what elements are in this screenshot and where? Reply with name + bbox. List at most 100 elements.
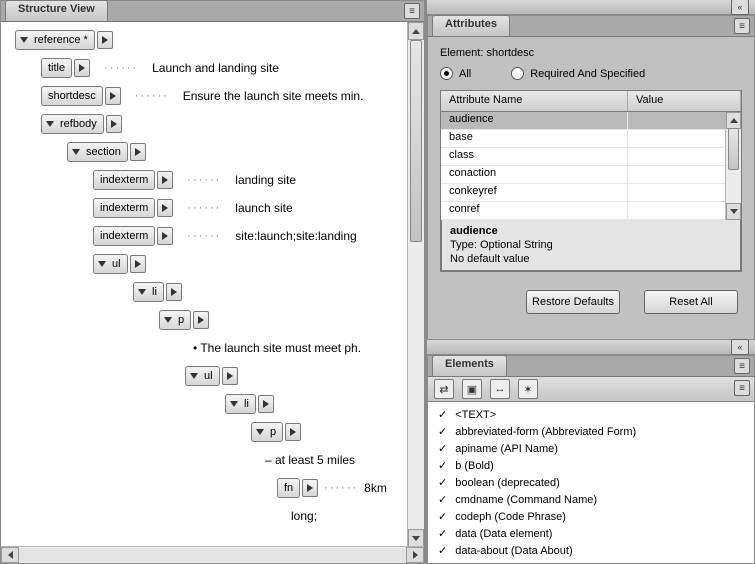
attribute-row[interactable]: conkeyref (441, 184, 741, 202)
structure-scrollbar-horizontal[interactable] (1, 546, 424, 563)
element-chip[interactable]: reference * (15, 30, 95, 50)
element-chip[interactable]: indexterm (93, 226, 155, 246)
restore-defaults-button[interactable]: Restore Defaults (526, 290, 620, 314)
elements-toolbar-menu-icon[interactable] (734, 380, 750, 396)
tree-row[interactable]: – at least 5 miles (5, 448, 420, 472)
tree-row[interactable]: refbody (5, 112, 420, 136)
collapse-right-icon[interactable]: « (731, 0, 749, 15)
expand-toggle-icon[interactable] (72, 149, 80, 155)
tree-row[interactable]: indexterm······landing site (5, 168, 420, 192)
insert-after-icon[interactable] (130, 143, 146, 161)
elements-tool-change-icon[interactable]: ↔ (490, 379, 510, 399)
elements-list-item[interactable]: ✓abbreviated-form (Abbreviated Form) (428, 423, 754, 440)
attr-scroll-down-icon[interactable] (726, 203, 741, 220)
elements-list-item[interactable]: ✓data-about (Data About) (428, 542, 754, 559)
element-chip[interactable]: ul (93, 254, 128, 274)
expand-toggle-icon[interactable] (98, 261, 106, 267)
elements-list-item[interactable]: ✓boolean (deprecated) (428, 474, 754, 491)
insert-after-icon[interactable] (258, 395, 274, 413)
scroll-right-icon[interactable] (406, 547, 424, 563)
tab-structure-view[interactable]: Structure View (5, 0, 108, 21)
attribute-row[interactable]: audience (441, 112, 741, 130)
attribute-row[interactable]: base (441, 130, 741, 148)
expand-toggle-icon[interactable] (20, 37, 28, 43)
elements-list-item[interactable]: ✓apiname (API Name) (428, 440, 754, 457)
elements-list-item[interactable]: ✓b (Bold) (428, 457, 754, 474)
elements-panel-menu-icon[interactable] (734, 358, 750, 374)
tree-row[interactable]: indexterm······launch site (5, 196, 420, 220)
tree-row[interactable]: fn······8km (5, 476, 420, 500)
elements-list-item[interactable]: ✓<TEXT> (428, 406, 754, 423)
tree-row[interactable]: indexterm······site:launch;site:landing (5, 224, 420, 248)
element-chip[interactable]: indexterm (93, 170, 155, 190)
attr-scroll-thumb[interactable] (728, 128, 739, 170)
expand-toggle-icon[interactable] (138, 289, 146, 295)
tree-row[interactable]: ul (5, 364, 420, 388)
tab-attributes[interactable]: Attributes (432, 15, 510, 36)
elements-tool-insert-icon[interactable]: ▣ (462, 379, 482, 399)
tree-row[interactable]: section (5, 140, 420, 164)
element-chip[interactable]: section (67, 142, 128, 162)
radio-all[interactable]: All (440, 67, 471, 80)
expand-toggle-icon[interactable] (164, 317, 172, 323)
element-chip[interactable]: p (251, 422, 283, 442)
insert-after-icon[interactable] (106, 115, 122, 133)
tree-row[interactable]: p (5, 420, 420, 444)
element-chip[interactable]: li (133, 282, 164, 302)
attribute-row[interactable]: conref (441, 202, 741, 220)
insert-after-icon[interactable] (97, 31, 113, 49)
scroll-up-icon[interactable] (408, 22, 424, 40)
elements-tool-options-icon[interactable]: ✶ (518, 379, 538, 399)
scroll-thumb-vertical[interactable] (410, 40, 422, 242)
insert-after-icon[interactable] (74, 59, 90, 77)
right-col-handle[interactable]: « (427, 0, 755, 15)
attribute-row[interactable]: class (441, 148, 741, 166)
insert-after-icon[interactable] (130, 255, 146, 273)
expand-toggle-icon[interactable] (190, 373, 198, 379)
structure-scrollbar-vertical[interactable] (407, 22, 424, 547)
insert-after-icon[interactable] (285, 423, 301, 441)
tree-row[interactable]: • The launch site must meet ph. (5, 336, 420, 360)
tree-row[interactable]: title······Launch and landing site (5, 56, 420, 80)
tree-row[interactable]: long; (5, 504, 420, 528)
attributes-scrollbar[interactable] (725, 112, 741, 220)
element-chip[interactable]: indexterm (93, 198, 155, 218)
tree-row[interactable]: li (5, 392, 420, 416)
tree-row[interactable]: reference * (5, 28, 420, 52)
scroll-track-horizontal[interactable] (19, 548, 406, 562)
element-chip[interactable]: p (159, 310, 191, 330)
element-chip[interactable]: fn (277, 478, 300, 498)
expand-toggle-icon[interactable] (230, 401, 238, 407)
element-chip[interactable]: refbody (41, 114, 104, 134)
scroll-left-icon[interactable] (1, 547, 19, 563)
insert-after-icon[interactable] (105, 87, 121, 105)
expand-toggle-icon[interactable] (256, 429, 264, 435)
tab-elements[interactable]: Elements (432, 355, 507, 376)
scroll-down-icon[interactable] (408, 529, 424, 547)
reset-all-button[interactable]: Reset All (644, 290, 738, 314)
radio-required[interactable]: Required And Specified (511, 67, 645, 80)
elements-tool-wrap-icon[interactable]: ⇄ (434, 379, 454, 399)
attribute-row[interactable]: conaction (441, 166, 741, 184)
insert-after-icon[interactable] (222, 367, 238, 385)
tree-row[interactable]: p (5, 308, 420, 332)
tree-row[interactable]: li (5, 280, 420, 304)
insert-after-icon[interactable] (166, 283, 182, 301)
insert-after-icon[interactable] (157, 199, 173, 217)
insert-after-icon[interactable] (193, 311, 209, 329)
attr-header-value[interactable]: Value (628, 91, 741, 111)
tree-row[interactable]: shortdesc······Ensure the launch site me… (5, 84, 420, 108)
structure-panel-menu-icon[interactable] (404, 3, 420, 19)
right-col-handle-2[interactable]: « (427, 340, 755, 355)
element-chip[interactable]: shortdesc (41, 86, 103, 106)
attributes-panel-menu-icon[interactable] (734, 18, 750, 34)
expand-toggle-icon[interactable] (46, 121, 54, 127)
insert-after-icon[interactable] (157, 171, 173, 189)
element-chip[interactable]: li (225, 394, 256, 414)
element-chip[interactable]: ul (185, 366, 220, 386)
elements-list-item[interactable]: ✓data (Data element) (428, 525, 754, 542)
elements-list-item[interactable]: ✓codeph (Code Phrase) (428, 508, 754, 525)
attr-header-name[interactable]: Attribute Name (441, 91, 628, 111)
tree-row[interactable]: ul (5, 252, 420, 276)
insert-after-icon[interactable] (302, 479, 318, 497)
